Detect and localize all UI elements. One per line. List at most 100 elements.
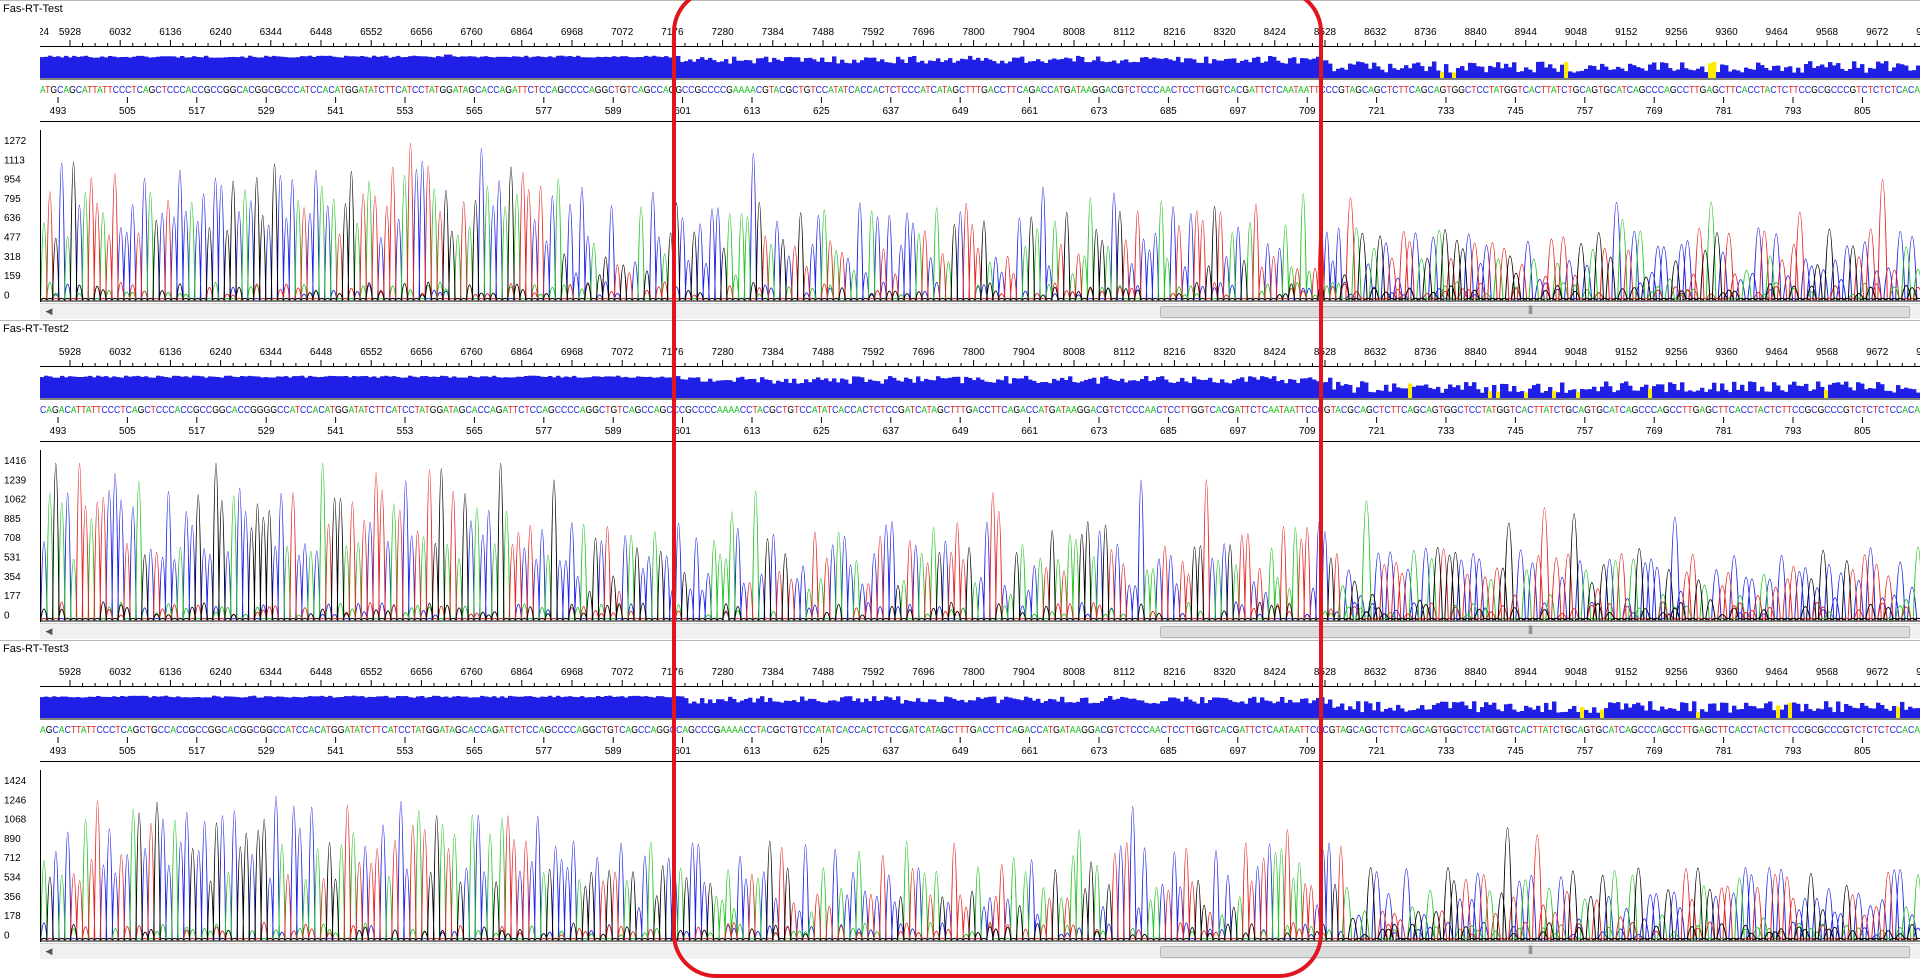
scrollbar-thumb[interactable]: ||| [1160,304,1910,318]
quality-bar [1588,389,1593,398]
quality-bar [700,57,705,78]
quality-bar [1636,702,1641,718]
quality-bar [860,60,865,78]
quality-bar [1420,66,1425,78]
quality-bar [1108,61,1113,78]
scroll-left-arrow-icon[interactable]: ◀ [43,304,55,319]
scroll-left-arrow-icon[interactable]: ◀ [43,944,55,959]
quality-bar [1796,67,1801,78]
quality-bar [1004,63,1009,78]
quality-bar [764,379,769,398]
quality-bar [1792,72,1797,78]
quality-bar [640,696,645,718]
quality-bar [1000,60,1005,78]
quality-bar [316,377,321,398]
quality-bar [1556,71,1561,78]
quality-bar [1280,379,1285,398]
scrollbar-thumb[interactable]: ||| [1160,624,1910,638]
scan-tick-label: 7176 [661,27,684,38]
quality-bar [232,696,237,718]
quality-bar [1364,63,1369,78]
quality-bar [160,56,165,78]
base-tick-label: 769 [1646,106,1663,117]
intensity-tick-label: 1416 [4,456,27,467]
quality-bar [64,377,69,398]
quality-bar [1812,710,1817,718]
quality-bar [1556,712,1561,718]
quality-bar [1612,69,1617,78]
base-tick-label: 793 [1785,106,1802,117]
chromatogram-trace[interactable] [40,450,1920,622]
quality-bar [1644,384,1649,398]
quality-bar [576,697,581,718]
scan-tick-label: 8320 [1213,347,1236,358]
quality-bar [268,56,273,78]
intensity-tick-label: 0 [4,930,10,940]
horizontal-scrollbar[interactable]: ◀ ||| [40,943,1920,959]
quality-bar [1612,392,1617,398]
quality-bar [988,59,993,78]
scan-tick-label: 6032 [109,667,132,678]
quality-bar [468,375,473,398]
base-tick-label: 733 [1438,426,1455,437]
scrollbar-grip: ||| [1528,624,1533,634]
horizontal-scrollbar[interactable]: ◀ ||| [40,303,1920,319]
quality-bar [196,697,201,718]
quality-bar [1412,710,1417,718]
quality-bar [452,376,457,398]
quality-bar [664,697,669,718]
base-call-sequence[interactable]: ATGCAGCATTATTCCCTCAGCTCCCACCGCCGGCACGGCG… [40,82,1920,96]
quality-bar [1784,704,1789,718]
base-tick-label: 577 [535,106,552,117]
quality-bar [1632,65,1637,78]
scroll-left-arrow-icon[interactable]: ◀ [43,624,55,639]
intensity-tick-label: 1068 [4,815,27,826]
base-position-ruler: 493 505 517 529 541 553 565 577 589 601 613 625 637 6… [40,737,1920,762]
quality-bar [1168,382,1173,398]
quality-bar [400,377,405,398]
quality-bar [68,697,73,718]
scan-ruler: 2459286032613662406344644865526656676068… [40,27,1920,47]
quality-bar [476,57,481,78]
quality-bar [228,696,233,718]
quality-bar [496,56,501,78]
quality-bar [456,377,461,398]
quality-bar [1068,702,1073,718]
quality-bar [1892,392,1897,398]
quality-bar [1356,387,1361,398]
scan-tick-label: 7384 [762,27,785,38]
quality-bar [68,57,73,78]
quality-bar [928,60,933,78]
quality-bar [1648,388,1653,398]
quality-bar [1436,386,1441,398]
scan-tick-label: 7280 [711,27,734,38]
quality-bar [880,700,885,718]
quality-bar [768,62,773,78]
quality-bar [744,699,749,718]
quality-bar [1224,382,1229,398]
quality-bar [1100,701,1105,718]
quality-bar [700,381,705,398]
base-call-sequence[interactable]: CAGACATTATTCCCTCAGCTCCCACCGCCGGCACCGGGGC… [40,402,1920,416]
scan-tick-label: 8632 [1364,27,1387,38]
quality-bar [1052,378,1057,398]
scrollbar-thumb[interactable]: ||| [1160,944,1910,958]
quality-bar [1208,63,1213,78]
quality-bar [1700,66,1705,78]
quality-bar [1404,388,1409,398]
quality-bar [944,696,949,718]
base-call-sequence[interactable]: AGCACTTATTCCCTCAGCTGCCACCGCCGGCACGGCGGCC… [40,722,1920,736]
quality-bar [1508,391,1513,398]
horizontal-scrollbar[interactable]: ◀ ||| [40,623,1920,639]
quality-bar [1628,385,1633,398]
chromatogram-trace[interactable] [40,130,1920,302]
quality-bar [1840,711,1845,718]
quality-bar [692,701,697,718]
quality-bar [116,697,121,718]
quality-bar [720,699,725,718]
base-tick-label: 805 [1854,106,1871,117]
chromatogram-trace[interactable] [40,770,1920,942]
quality-bar [1312,379,1317,398]
quality-bar [1276,701,1281,718]
quality-bar [88,375,93,398]
